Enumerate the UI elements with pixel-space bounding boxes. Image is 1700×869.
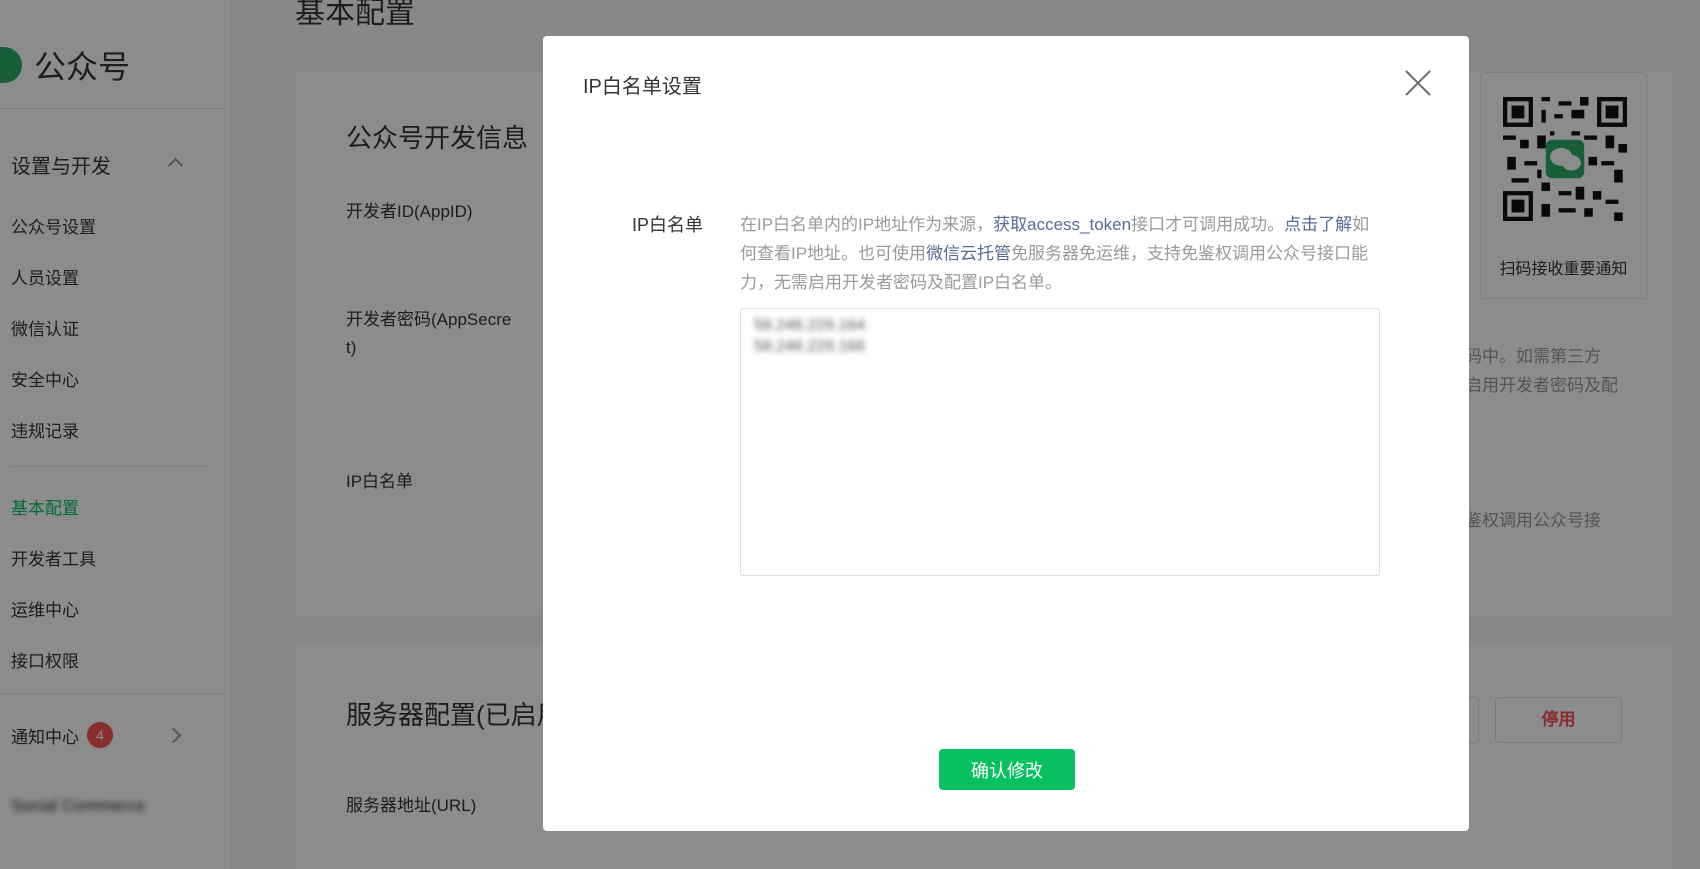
wechat-cloud-hosting-link[interactable]: 微信云托管 xyxy=(926,244,1011,263)
dialog-title: IP白名单设置 xyxy=(583,76,702,98)
ip-whitelist-dialog: IP白名单设置 IP白名单 在IP白名单内的IP地址作为来源，获取access_… xyxy=(543,36,1469,831)
desc-text: 接口才可调用成功。 xyxy=(1131,215,1285,234)
ip-whitelist-description: 在IP白名单内的IP地址作为来源，获取access_token接口才可调用成功。… xyxy=(740,210,1380,297)
ip-whitelist-field-label: IP白名单 xyxy=(632,215,704,235)
ip-whitelist-input[interactable] xyxy=(740,308,1380,576)
desc-text: 在IP白名单内的IP地址作为来源， xyxy=(740,215,994,234)
learn-more-link[interactable]: 点击了解 xyxy=(1284,215,1352,234)
confirm-button[interactable]: 确认修改 xyxy=(939,749,1075,790)
access-token-link[interactable]: 获取access_token xyxy=(993,215,1131,234)
close-icon[interactable] xyxy=(1403,68,1433,98)
